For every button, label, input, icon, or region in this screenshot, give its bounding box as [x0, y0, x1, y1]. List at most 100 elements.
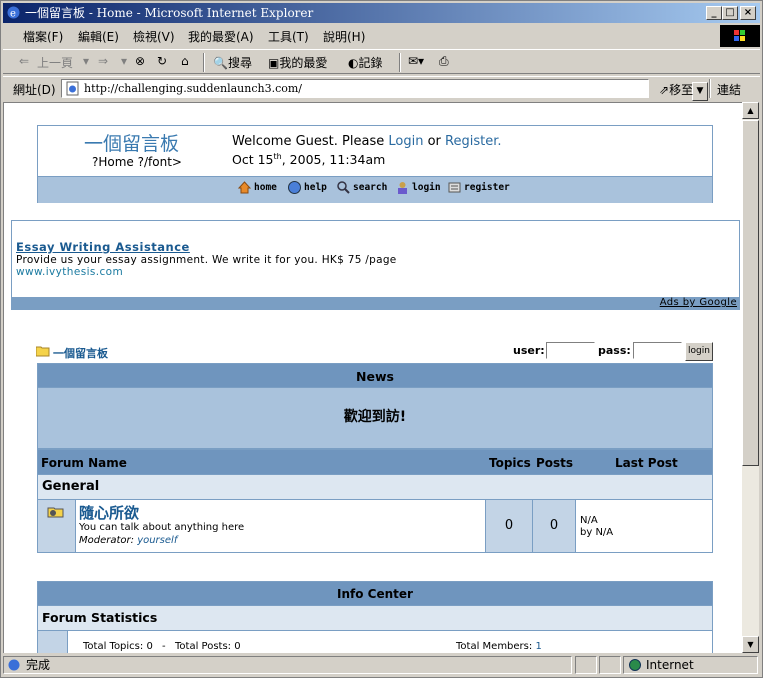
- scroll-down-button[interactable]: ▼: [742, 636, 759, 653]
- moderator-link[interactable]: yourself: [137, 535, 177, 546]
- toolbar-separator: [709, 79, 711, 98]
- category-row: General: [37, 475, 713, 500]
- toolbar-separator: [399, 53, 401, 72]
- maximize-button[interactable]: □: [722, 6, 738, 20]
- scroll-thumb[interactable]: [742, 120, 759, 466]
- menu-file[interactable]: 檔案(F): [23, 28, 63, 45]
- history-label: 記錄: [358, 56, 383, 70]
- favorites-label: 我的最愛: [279, 56, 328, 70]
- login-icon: [398, 182, 407, 194]
- print-icon[interactable]: ⎙: [439, 54, 449, 69]
- menu-bar: 檔案(F) 編輯(E) 檢視(V) 我的最愛(A) 工具(T) 說明(H): [3, 25, 716, 46]
- login-link[interactable]: Login: [388, 134, 423, 149]
- folder-icon: [36, 346, 50, 357]
- statistics-body: Total Topics: 0 - Total Posts: 0 Total M…: [37, 631, 713, 653]
- col-topics: Topics: [489, 456, 531, 470]
- forum-posts-count: 0: [532, 500, 575, 552]
- back-dropdown-icon[interactable]: ▾: [83, 54, 89, 68]
- category-name[interactable]: General: [42, 475, 99, 499]
- window-title: 一個留言板 - Home - Microsoft Internet Explor…: [25, 6, 314, 20]
- menu-tools[interactable]: 工具(T): [268, 28, 309, 45]
- scroll-up-button[interactable]: ▲: [742, 102, 759, 119]
- google-ad-box: Essay Writing Assistance Provide us your…: [11, 220, 740, 310]
- menu-view[interactable]: 檢視(V): [133, 28, 175, 45]
- page-viewport: 一個留言板 ?Home ?/font> Welcome Guest. Pleas…: [3, 102, 742, 653]
- total-members-value[interactable]: 1: [535, 641, 541, 652]
- forum-moderator: Moderator: yourself: [79, 535, 177, 546]
- last-post-line2: by N/A: [580, 527, 614, 538]
- welcome-prefix: Welcome Guest. Please: [232, 134, 389, 149]
- total-members-label: Total Members:: [456, 641, 536, 652]
- links-button[interactable]: 連結: [717, 81, 741, 98]
- login-button[interactable]: login: [685, 342, 713, 361]
- refresh-icon[interactable]: ↻: [157, 54, 167, 68]
- forward-button[interactable]: ⇒: [98, 54, 108, 68]
- pass-input[interactable]: [633, 342, 682, 359]
- total-members: Total Members: 1: [456, 641, 542, 652]
- go-button[interactable]: ⇗移至: [659, 81, 693, 98]
- forum-topics-count: 0: [485, 500, 532, 552]
- minimize-button[interactable]: _: [706, 6, 722, 20]
- home-icon: [238, 181, 251, 194]
- register-icon: [448, 182, 461, 193]
- stop-icon[interactable]: ⊗: [135, 54, 145, 68]
- stat-separator: -: [162, 641, 166, 652]
- history-button[interactable]: ◐記錄: [348, 54, 383, 71]
- mail-icon[interactable]: ✉▾: [408, 54, 424, 68]
- forum-statistics-row: Forum Statistics: [37, 606, 713, 631]
- status-text: 完成: [26, 658, 51, 672]
- zone-section: Internet: [623, 656, 758, 674]
- statistics-icon: [38, 631, 68, 653]
- nav-search[interactable]: search: [353, 182, 387, 193]
- status-section: [599, 656, 621, 674]
- nav-register[interactable]: register: [464, 182, 510, 193]
- col-forum-name: Forum Name: [41, 456, 127, 470]
- forward-dropdown-icon[interactable]: ▾: [121, 54, 127, 68]
- site-subtitle: ?Home ?/font>: [92, 155, 182, 169]
- forum-description: You can talk about anything here: [79, 522, 245, 533]
- col-last-post: Last Post: [615, 456, 678, 470]
- menu-favorites[interactable]: 我的最愛(A): [188, 28, 254, 45]
- ad-url[interactable]: www.ivythesis.com: [16, 266, 123, 278]
- forum-statistics-label: Forum Statistics: [42, 610, 158, 625]
- help-icon: [288, 181, 301, 194]
- search-button[interactable]: 🔍搜尋: [213, 54, 252, 71]
- register-link[interactable]: Register.: [445, 134, 501, 149]
- forum-table-header: Forum Name Topics Posts Last Post: [37, 449, 713, 475]
- back-arrow-icon: ⇐: [19, 54, 30, 68]
- last-post-line1: N/A: [580, 515, 598, 526]
- nav-help[interactable]: help: [304, 182, 327, 193]
- forum-name[interactable]: 隨心所欲: [79, 502, 139, 523]
- globe-icon: [629, 659, 641, 671]
- date-suffix: th: [273, 152, 282, 161]
- home-icon[interactable]: ⌂: [181, 54, 189, 68]
- vertical-scrollbar[interactable]: ▲ ▼: [742, 102, 759, 653]
- browser-window: e 一個留言板 - Home - Microsoft Internet Expl…: [0, 0, 763, 678]
- address-label: 網址(D): [13, 83, 56, 97]
- news-body: 歡迎到訪!: [37, 388, 713, 449]
- ad-description: Provide us your essay assignment. We wri…: [16, 254, 397, 266]
- nav-login[interactable]: login: [412, 182, 441, 193]
- menu-edit[interactable]: 編輯(E): [78, 28, 119, 45]
- breadcrumb[interactable]: 一個留言板: [53, 345, 108, 361]
- address-dropdown-button[interactable]: ▼: [692, 82, 708, 101]
- back-button[interactable]: 上一頁: [37, 54, 73, 71]
- close-button[interactable]: ×: [740, 6, 756, 20]
- forum-status-cell: [38, 500, 76, 552]
- ads-by-google-link[interactable]: Ads by Google: [660, 297, 737, 308]
- date-prefix: Oct 15: [232, 152, 274, 168]
- go-label: 移至: [669, 83, 694, 97]
- col-posts: Posts: [536, 456, 574, 470]
- search-icon: [337, 181, 350, 194]
- ad-title[interactable]: Essay Writing Assistance: [16, 240, 190, 254]
- favorites-button[interactable]: ▣我的最愛: [268, 54, 327, 71]
- info-center-heading: Info Center: [37, 581, 713, 606]
- user-input[interactable]: [546, 342, 595, 359]
- nav-home[interactable]: home: [254, 182, 277, 193]
- menu-help[interactable]: 說明(H): [323, 28, 365, 45]
- address-input[interactable]: http://challenging.suddenlaunch3.com/ ▼: [61, 79, 708, 101]
- svg-text:e: e: [10, 9, 16, 20]
- total-topics: Total Topics: 0: [83, 641, 153, 652]
- nav-bar: home help search login register: [38, 176, 712, 203]
- site-name[interactable]: 一個留言板: [84, 129, 179, 156]
